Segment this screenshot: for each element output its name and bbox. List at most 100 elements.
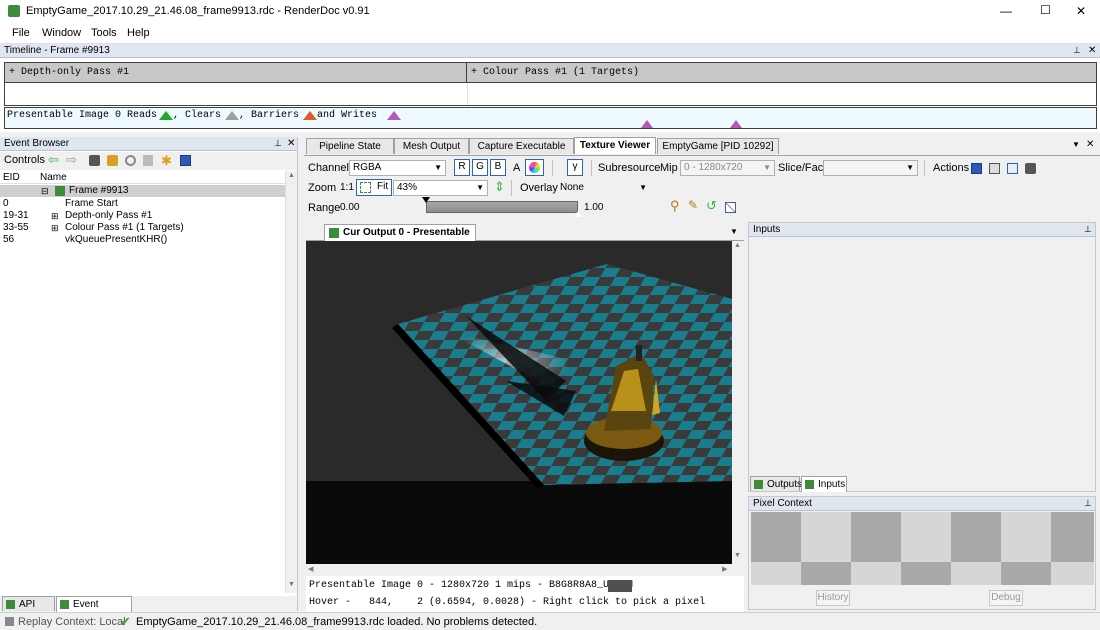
alpha-channel-toggle[interactable]: A (513, 162, 520, 174)
pin-icon[interactable]: ⊥ (274, 137, 282, 150)
expand-toggle[interactable]: ⊞ (51, 210, 59, 222)
view-texture-icon[interactable] (1007, 163, 1018, 174)
tab-inputs[interactable]: Inputs (801, 476, 847, 492)
slice-face-select[interactable]: ▼ (823, 160, 918, 176)
depth-pass-block[interactable]: + Depth-only Pass #1 (5, 63, 467, 83)
pixel-context-title-bar: Pixel Context ⊥ (749, 497, 1095, 511)
menu-window[interactable]: Window (42, 27, 81, 39)
debug-button[interactable]: Debug (989, 590, 1023, 606)
settings-icon[interactable]: ✱ (161, 154, 172, 167)
close-window-button[interactable]: ✕ (1076, 4, 1086, 18)
triangle-marker-icon[interactable] (641, 120, 653, 128)
flip-y-icon[interactable]: ⇕ (494, 179, 505, 195)
table-row[interactable]: 56 vkQueuePresentKHR() (0, 234, 285, 246)
mip-select[interactable]: 0 - 1280x720 ▼ (680, 160, 775, 176)
zoom-icon[interactable]: ⚲ (670, 198, 680, 214)
table-row[interactable]: ⊟ Frame #9913 (0, 185, 285, 197)
save-icon[interactable] (180, 155, 191, 166)
scroll-down-icon[interactable]: ▼ (734, 552, 741, 559)
tab-emptygame-pid[interactable]: EmptyGame [PID 10292] (657, 138, 779, 154)
close-icon[interactable]: ✕ (1088, 44, 1096, 57)
pin-icon[interactable]: ⊥ (1084, 497, 1092, 510)
replay-context-text[interactable]: Replay Context: Local (18, 616, 126, 628)
tab-mesh-output[interactable]: Mesh Output (394, 138, 469, 154)
expand-toggle[interactable]: ⊞ (51, 222, 59, 234)
event-name: Frame #9913 (69, 185, 129, 196)
green-channel-toggle[interactable]: G (472, 159, 488, 176)
lock-icon[interactable] (1025, 163, 1036, 174)
colour-pass-block[interactable]: + Colour Pass #1 (1 Targets) (467, 63, 1096, 83)
histogram-icon[interactable] (725, 202, 736, 213)
channels-select[interactable]: RGBA ▼ (349, 160, 446, 176)
table-row[interactable]: 33-55 ⊞ Colour Pass #1 (1 Targets) (0, 222, 285, 234)
tab-list-dropdown-icon[interactable]: ▼ (1072, 140, 1080, 149)
scroll-right-icon[interactable]: ▶ (722, 565, 727, 573)
name-column-header[interactable]: Name (40, 172, 67, 183)
hover-info-text: Hover - 844, 2 (0.6594, 0.0028) - Right … (309, 597, 706, 608)
goto-location-icon[interactable] (989, 163, 1000, 174)
clipboard-icon[interactable] (143, 155, 153, 166)
tab-outputs[interactable]: Outputs (750, 476, 802, 491)
pin-icon[interactable]: ⊥ (1073, 44, 1081, 57)
maximize-button[interactable]: ☐ (1040, 3, 1051, 17)
zoom-value: 43% (397, 182, 418, 193)
zoom-select[interactable]: 43% ▼ (393, 180, 488, 196)
reset-range-icon[interactable]: ↺ (706, 198, 717, 214)
minimize-button[interactable]: — (1000, 4, 1012, 18)
pixel-context-grid[interactable] (751, 512, 1094, 585)
tab-pipeline-state[interactable]: Pipeline State (306, 138, 394, 154)
range-min-handle[interactable] (422, 197, 430, 203)
tab-texture-viewer[interactable]: Texture Viewer (574, 137, 656, 154)
find-icon[interactable] (89, 155, 100, 166)
fit-button[interactable]: Fit (356, 179, 392, 196)
eid-column-header[interactable]: EID (3, 172, 20, 183)
scrollbar[interactable]: ▲ ▼ (285, 171, 297, 593)
tab-event-browser[interactable]: Event Browser (56, 596, 132, 625)
autofit-wand-icon[interactable]: ✎ (688, 198, 698, 212)
scroll-up-icon[interactable]: ▲ (288, 172, 295, 179)
event-name: Depth-only Pass #1 (65, 210, 153, 221)
range-max-handle[interactable] (574, 211, 582, 217)
zoom-one-to-one-button[interactable]: 1:1 (340, 182, 354, 193)
forward-arrow-icon[interactable]: ⇨ (66, 152, 77, 168)
range-min-value[interactable]: 0.00 (340, 202, 359, 213)
bookmark-icon[interactable] (107, 155, 118, 166)
pin-icon[interactable]: ⊥ (1084, 223, 1092, 236)
save-icon[interactable] (971, 163, 982, 174)
range-max-value[interactable]: 1.00 (584, 202, 603, 213)
gamma-toggle[interactable]: γ (567, 159, 583, 176)
scroll-up-icon[interactable]: ▲ (734, 242, 741, 249)
close-icon[interactable]: ✕ (1086, 139, 1094, 150)
triangle-marker-icon[interactable] (730, 120, 742, 128)
canvas-vscrollbar[interactable]: ▲ ▼ (732, 241, 744, 564)
scroll-down-icon[interactable]: ▼ (288, 581, 295, 588)
canvas-hscrollbar[interactable]: ◀ ▶ (306, 564, 744, 576)
timeline-lane[interactable]: + Depth-only Pass #1 + Colour Pass #1 (1… (4, 62, 1097, 106)
table-row[interactable]: 0 Frame Start (0, 198, 285, 210)
timeline-icon[interactable] (125, 155, 136, 166)
blue-channel-toggle[interactable]: B (490, 159, 506, 176)
back-arrow-icon[interactable]: ⇦ (48, 152, 59, 168)
range-label: Range (308, 202, 341, 214)
menu-tools[interactable]: Tools (91, 27, 117, 39)
table-row[interactable]: 19-31 ⊞ Depth-only Pass #1 (0, 210, 285, 222)
overlay-select[interactable]: None ▼ (556, 180, 651, 196)
legend-clears-text: , Clears (173, 110, 222, 121)
range-slider[interactable] (426, 201, 578, 213)
menu-help[interactable]: Help (127, 27, 150, 39)
overlay-label: Overlay (520, 182, 558, 194)
collapse-toggle[interactable]: ⊟ (41, 185, 49, 197)
close-icon[interactable]: ✕ (287, 137, 295, 150)
history-button[interactable]: History (816, 590, 850, 606)
tab-cur-output[interactable]: Cur Output 0 - Presentable ... (324, 224, 476, 253)
menu-file[interactable]: File (12, 27, 30, 39)
chevron-down-icon[interactable]: ▼ (730, 227, 738, 236)
flag-icon (55, 186, 65, 196)
texture-canvas[interactable] (306, 241, 732, 564)
color-wheel-button[interactable] (525, 159, 544, 176)
scroll-left-icon[interactable]: ◀ (308, 565, 313, 573)
zoom-label: Zoom (308, 182, 337, 194)
tab-api-calls[interactable]: API Calls (2, 596, 55, 625)
tab-capture-executable[interactable]: Capture Executable (469, 138, 574, 154)
red-channel-toggle[interactable]: R (454, 159, 470, 176)
